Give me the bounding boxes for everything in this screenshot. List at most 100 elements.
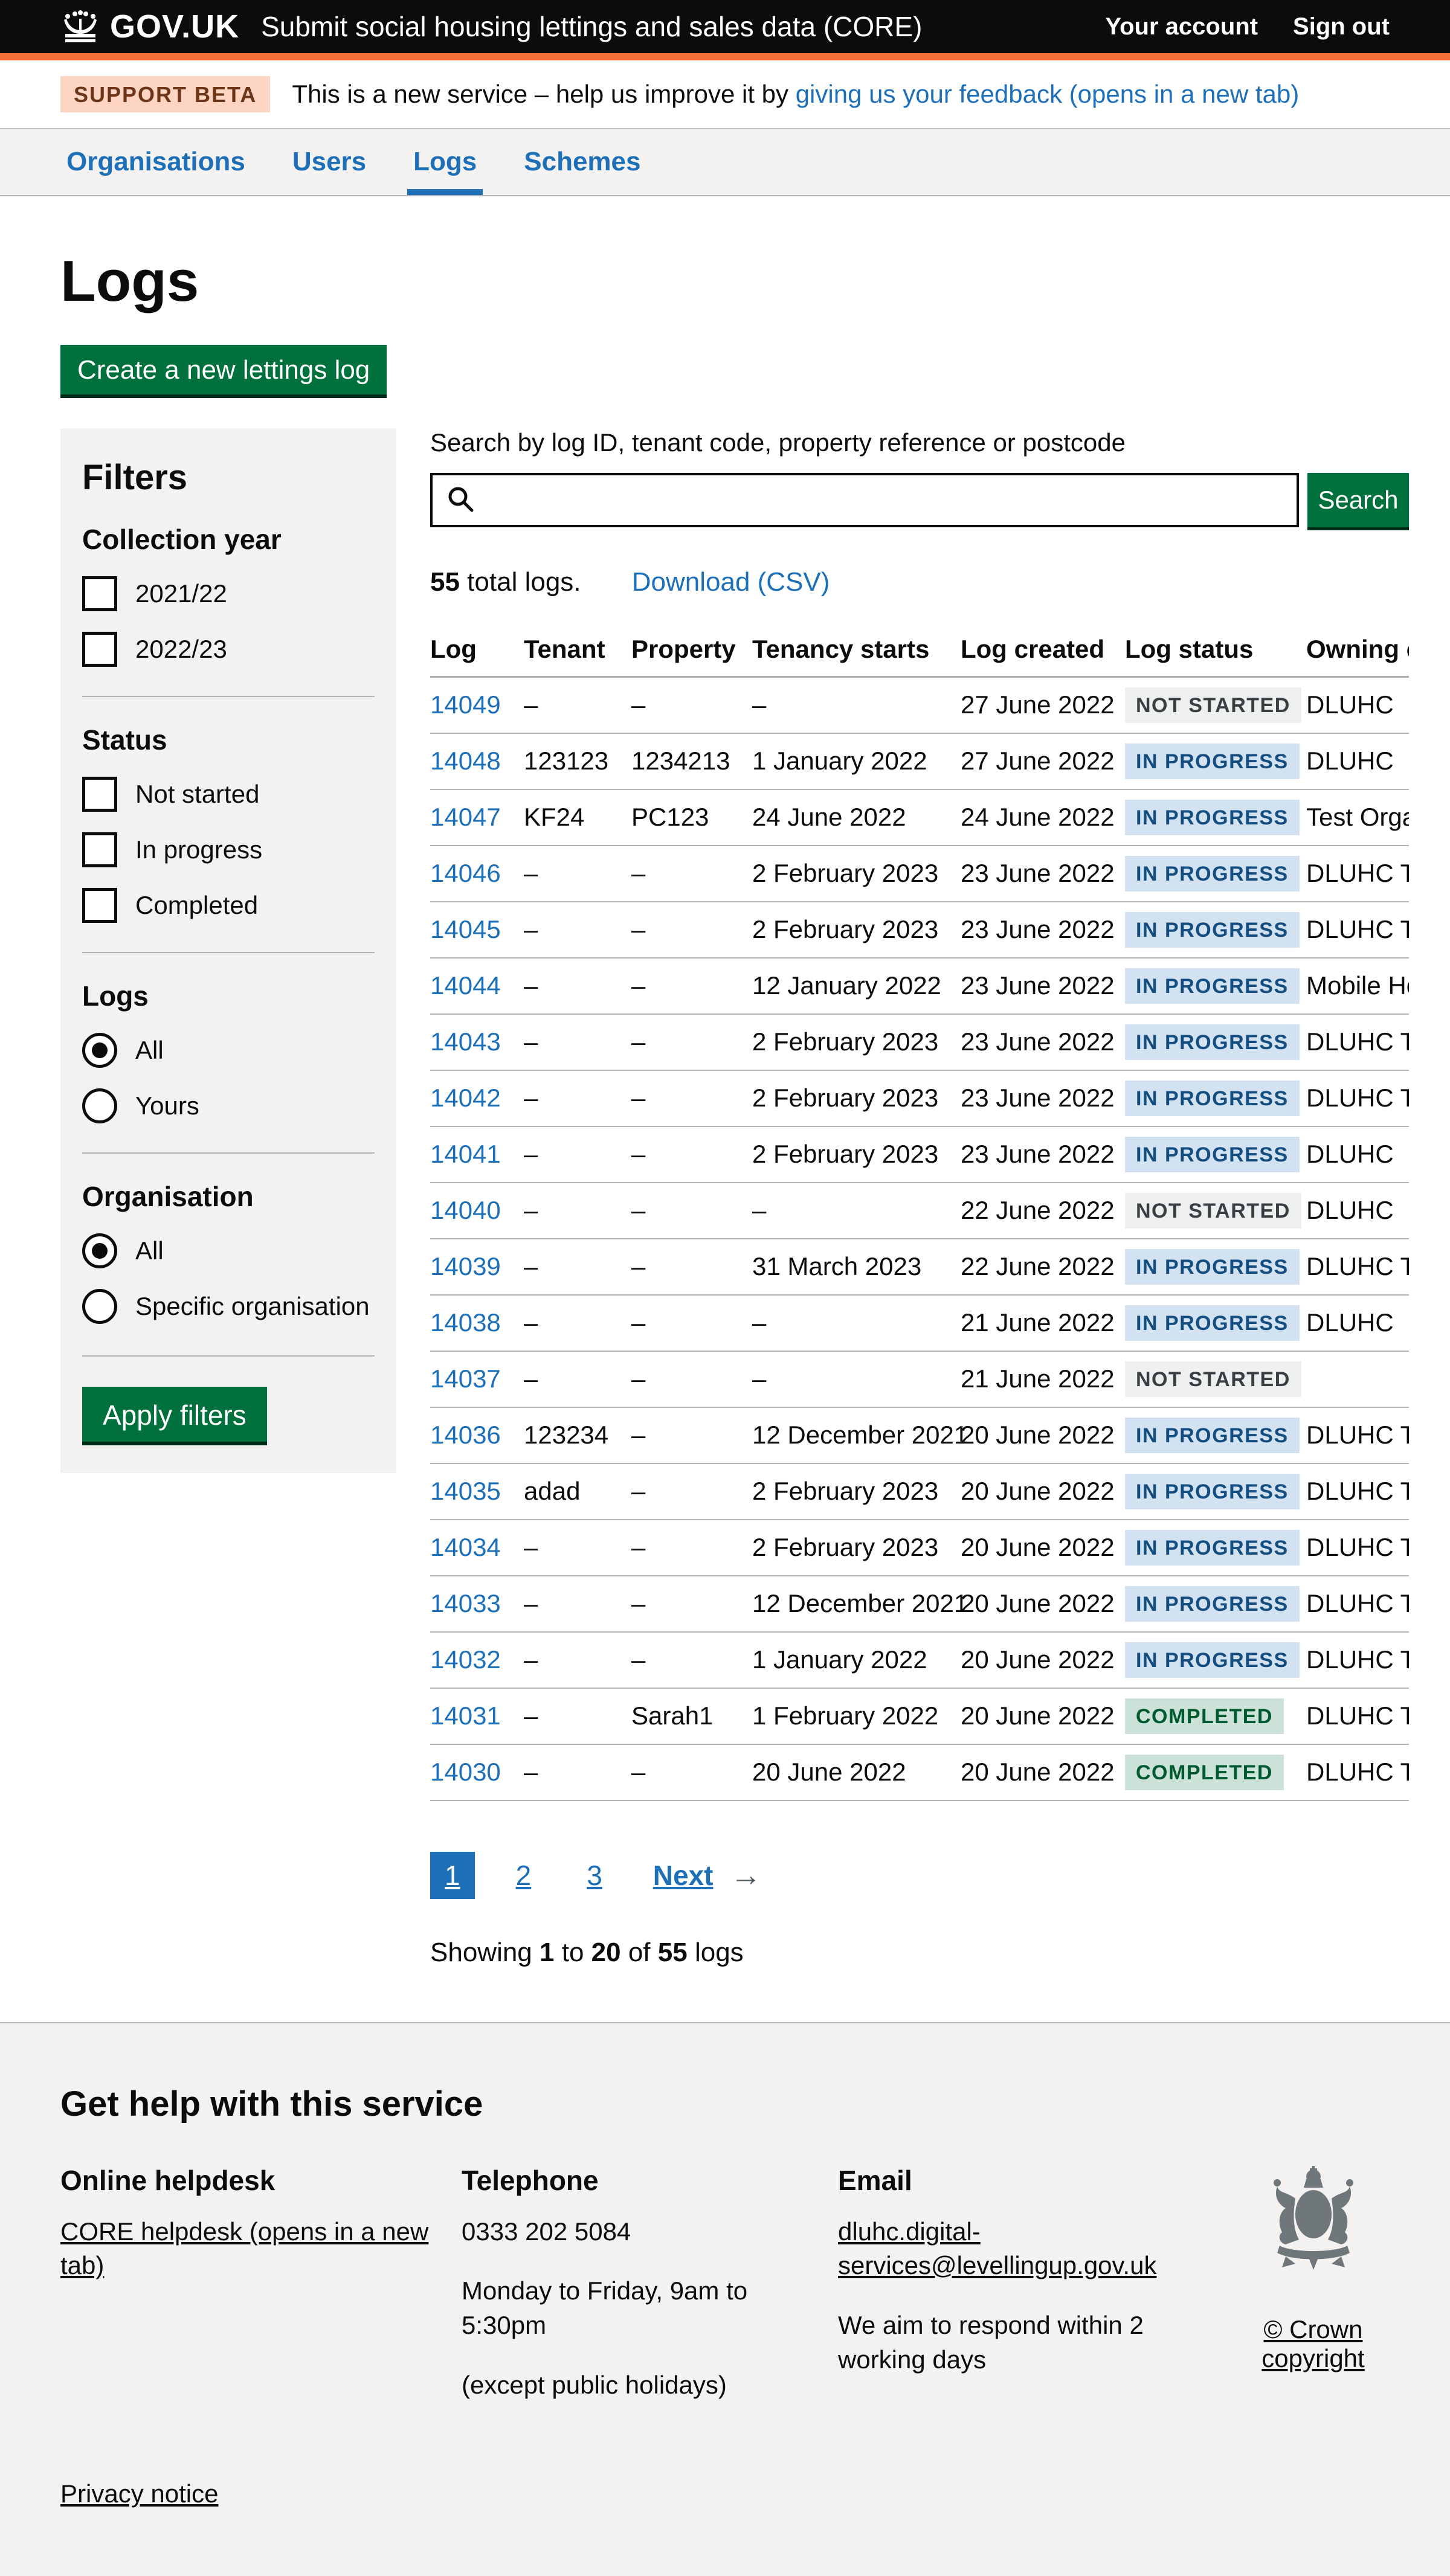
status-badge: COMPLETED xyxy=(1125,1755,1284,1790)
radio-option-all[interactable]: All xyxy=(82,1233,375,1268)
radio-option-all[interactable]: All xyxy=(82,1033,375,1068)
table-row: 14044––12 January 202223 June 2022IN PRO… xyxy=(430,958,1409,1014)
page-link-2[interactable]: 2 xyxy=(501,1852,546,1899)
cell-owning-organisation: DLUHC Tes xyxy=(1306,1070,1409,1126)
privacy-notice-link[interactable]: Privacy notice xyxy=(60,2479,218,2508)
log-link-14034[interactable]: 14034 xyxy=(430,1533,501,1561)
log-link-14032[interactable]: 14032 xyxy=(430,1645,501,1674)
tab-users[interactable]: Users xyxy=(286,129,372,195)
radio-option-yours[interactable]: Yours xyxy=(82,1088,375,1123)
log-link-14040[interactable]: 14040 xyxy=(430,1196,501,1224)
cell-log: 14045 xyxy=(430,902,524,958)
log-link-14043[interactable]: 14043 xyxy=(430,1027,501,1056)
tab-organisations[interactable]: Organisations xyxy=(60,129,251,195)
option-label: Not started xyxy=(135,780,259,809)
cell-log: 14044 xyxy=(430,958,524,1014)
log-link-14047[interactable]: 14047 xyxy=(430,803,501,831)
table-row: 14031–Sarah11 February 202220 June 2022C… xyxy=(430,1688,1409,1744)
cell-tenancy-starts: 24 June 2022 xyxy=(752,789,961,846)
cell-property: Sarah1 xyxy=(631,1688,752,1744)
checkbox-option-2022-23[interactable]: 2022/23 xyxy=(82,632,375,667)
log-link-14033[interactable]: 14033 xyxy=(430,1589,501,1617)
page-link-1[interactable]: 1 xyxy=(430,1852,475,1899)
log-link-14049[interactable]: 14049 xyxy=(430,690,501,719)
create-lettings-log-button[interactable]: Create a new lettings log xyxy=(60,345,387,394)
cell-tenancy-starts: – xyxy=(752,677,961,733)
cell-log-status: COMPLETED xyxy=(1125,1688,1306,1744)
column-header-log-created: Log created xyxy=(961,625,1125,677)
apply-filters-button[interactable]: Apply filters xyxy=(82,1387,267,1442)
cell-log-status: IN PROGRESS xyxy=(1125,1126,1306,1183)
table-row: 14035adad–2 February 202320 June 2022IN … xyxy=(430,1463,1409,1520)
table-row: 14045––2 February 202323 June 2022IN PRO… xyxy=(430,902,1409,958)
govuk-logo[interactable]: GOV.UK xyxy=(60,8,239,45)
log-link-14037[interactable]: 14037 xyxy=(430,1364,501,1393)
header-link-your-account[interactable]: Your account xyxy=(1105,13,1258,40)
log-link-14031[interactable]: 14031 xyxy=(430,1701,501,1730)
next-page-link[interactable]: Next xyxy=(653,1859,714,1892)
search-box xyxy=(430,473,1299,527)
checkbox-2022-23[interactable] xyxy=(82,632,117,667)
search-input[interactable] xyxy=(430,473,1299,527)
column-header-log-status: Log status xyxy=(1125,625,1306,677)
log-link-14045[interactable]: 14045 xyxy=(430,915,501,943)
status-badge: IN PROGRESS xyxy=(1125,1249,1300,1285)
crown-copyright-link[interactable]: © Crown copyright xyxy=(1262,2315,1364,2372)
checkbox-option-in-progress[interactable]: In progress xyxy=(82,832,375,867)
cell-tenant: – xyxy=(524,1183,631,1239)
footer-link-dluhc-digital-servic[interactable]: dluhc.digital-services@levellingup.gov.u… xyxy=(838,2217,1156,2280)
checkbox-not-started[interactable] xyxy=(82,777,117,812)
feedback-link[interactable]: giving us your feedback (opens in a new … xyxy=(796,80,1300,108)
table-row: 14042––2 February 202323 June 2022IN PRO… xyxy=(430,1070,1409,1126)
checkbox-option-completed[interactable]: Completed xyxy=(82,888,375,923)
radio-specific-organisation[interactable] xyxy=(82,1289,117,1324)
checkbox-2021-22[interactable] xyxy=(82,576,117,611)
filter-group-title: Logs xyxy=(82,980,375,1012)
cell-tenancy-starts: 2 February 2023 xyxy=(752,1520,961,1576)
page-link-3[interactable]: 3 xyxy=(572,1852,617,1899)
showing-part: 55 xyxy=(658,1938,688,1967)
cell-tenant: KF24 xyxy=(524,789,631,846)
table-row: 1404812312312342131 January 202227 June … xyxy=(430,733,1409,789)
search-button[interactable]: Search xyxy=(1307,473,1409,527)
log-link-14044[interactable]: 14044 xyxy=(430,971,501,1000)
log-link-14042[interactable]: 14042 xyxy=(430,1084,501,1112)
cell-owning-organisation: DLUHC Tes xyxy=(1306,1688,1409,1744)
cell-log-status: IN PROGRESS xyxy=(1125,1070,1306,1126)
log-link-14036[interactable]: 14036 xyxy=(430,1421,501,1449)
table-row: 14037–––21 June 2022NOT STARTED xyxy=(430,1351,1409,1407)
checkbox-option-2021-22[interactable]: 2021/22 xyxy=(82,576,375,611)
log-link-14038[interactable]: 14038 xyxy=(430,1308,501,1337)
footer-link-core-helpdesk-opens[interactable]: CORE helpdesk (opens in a new tab) xyxy=(60,2217,428,2280)
table-row: 14036123234–12 December 202120 June 2022… xyxy=(430,1407,1409,1463)
radio-yours[interactable] xyxy=(82,1088,117,1123)
govuk-header: GOV.UK Submit social housing lettings an… xyxy=(0,0,1450,60)
header-link-sign-out[interactable]: Sign out xyxy=(1293,13,1390,40)
cell-owning-organisation: Test Organi xyxy=(1306,789,1409,846)
cell-log-created: 20 June 2022 xyxy=(961,1576,1125,1632)
cell-owning-organisation: DLUHC Tes xyxy=(1306,1014,1409,1070)
log-link-14046[interactable]: 14046 xyxy=(430,859,501,887)
radio-all[interactable] xyxy=(82,1233,117,1268)
log-link-14041[interactable]: 14041 xyxy=(430,1140,501,1168)
footer-text: We aim to respond within 2 working days xyxy=(838,2311,1144,2374)
radio-all[interactable] xyxy=(82,1033,117,1068)
status-badge: IN PROGRESS xyxy=(1125,800,1300,835)
log-link-14039[interactable]: 14039 xyxy=(430,1252,501,1280)
checkbox-option-not-started[interactable]: Not started xyxy=(82,777,375,812)
filter-group-organisation: OrganisationAllSpecific organisation xyxy=(82,1152,375,1324)
radio-option-specific-organisation[interactable]: Specific organisation xyxy=(82,1289,375,1324)
cell-property: – xyxy=(631,846,752,902)
service-name[interactable]: Submit social housing lettings and sales… xyxy=(261,10,922,43)
table-row: 14038–––21 June 2022IN PROGRESSDLUHC xyxy=(430,1295,1409,1351)
tab-schemes[interactable]: Schemes xyxy=(518,129,646,195)
log-link-14035[interactable]: 14035 xyxy=(430,1477,501,1505)
checkbox-in-progress[interactable] xyxy=(82,832,117,867)
log-link-14030[interactable]: 14030 xyxy=(430,1758,501,1786)
footer-text: (except public holidays) xyxy=(462,2371,727,2399)
checkbox-completed[interactable] xyxy=(82,888,117,923)
download-csv-link[interactable]: Download (CSV) xyxy=(632,567,830,597)
log-link-14048[interactable]: 14048 xyxy=(430,747,501,775)
tab-logs[interactable]: Logs xyxy=(407,129,483,195)
column-header-tenancy-starts: Tenancy starts xyxy=(752,625,961,677)
